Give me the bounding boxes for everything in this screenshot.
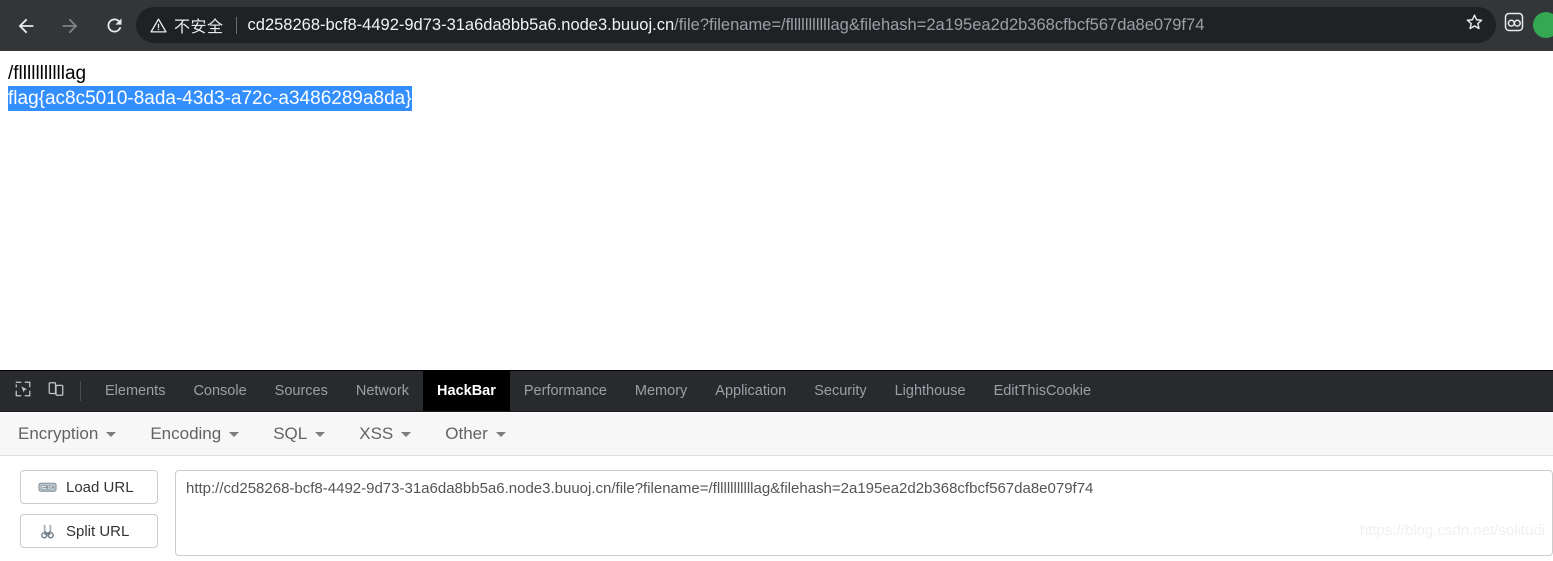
forward-arrow-icon — [59, 15, 81, 37]
hackbar-menu-label: Other — [445, 424, 488, 443]
hackbar-body: Load URL Split URL — [0, 456, 1553, 561]
hackbar-extension-button[interactable] — [1499, 9, 1529, 39]
devtools-tab-console[interactable]: Console — [179, 371, 260, 411]
devtools-tab-label: Memory — [634, 383, 688, 399]
devtools-tab-label: Network — [355, 383, 410, 399]
devtools-tab-label: Security — [814, 383, 867, 399]
hackbar-menu-sql[interactable]: SQL — [273, 424, 326, 444]
hackbar-url-wrap — [175, 470, 1553, 561]
devtools-tab-label: Elements — [105, 383, 166, 399]
devtools-tab-label: Application — [715, 383, 787, 399]
devtools-tab-label: EditThisCookie — [993, 383, 1092, 399]
devtools-toolbar-divider — [80, 381, 81, 401]
hackbar-menu-label: SQL — [273, 424, 308, 443]
device-toolbar-button[interactable] — [41, 376, 71, 406]
forward-button[interactable] — [52, 8, 88, 44]
hackbar-menu-xss[interactable]: XSS — [359, 424, 412, 444]
devtools-tab-editthiscookie[interactable]: EditThisCookie — [980, 371, 1106, 411]
chevron-down-icon — [229, 431, 240, 437]
devtools-tab-label: HackBar — [437, 383, 496, 399]
chevron-down-icon — [401, 431, 412, 437]
address-bar[interactable]: 不安全 cd258268-bcf8-4492-9d73-31a6da8bb5a6… — [136, 7, 1496, 43]
bookmark-button[interactable] — [1457, 8, 1491, 42]
hackbar-menu-label: XSS — [359, 424, 394, 443]
devtools-tab-label: Lighthouse — [894, 383, 966, 399]
devtools-tab-memory[interactable]: Memory — [621, 371, 701, 411]
chevron-down-icon — [106, 431, 117, 437]
devtools-tab-list: Elements Console Sources Network HackBar Perf… — [91, 371, 1105, 411]
chevron-down-icon — [315, 431, 326, 437]
device-toolbar-icon — [47, 380, 65, 403]
devtools-tabbar: Elements Console Sources Network HackBar Perf… — [0, 371, 1553, 412]
devtools-tool-icons — [0, 371, 91, 411]
url-path: /file?filename=/flllllllllllag&filehash=… — [674, 16, 1205, 34]
hackbar-menu-label: Encryption — [18, 424, 99, 443]
devtools-tab-sources[interactable]: Sources — [261, 371, 342, 411]
warning-triangle-icon — [150, 17, 167, 34]
page-flag-text: flag{ac8c5010-8ada-43d3-a72c-a3486289a8d… — [8, 86, 412, 111]
devtools-tab-label: Sources — [274, 383, 328, 399]
disk-drive-icon — [37, 478, 57, 496]
inspect-element-button[interactable] — [8, 376, 38, 406]
star-icon — [1463, 11, 1486, 39]
url-host: cd258268-bcf8-4492-9d73-31a6da8bb5a6.nod… — [247, 16, 675, 34]
split-url-button[interactable]: Split URL — [20, 514, 158, 548]
back-button[interactable] — [8, 8, 44, 44]
hackbar-menu-encryption[interactable]: Encryption — [18, 424, 117, 444]
load-url-button[interactable]: Load URL — [20, 470, 158, 504]
split-url-label: Split URL — [66, 522, 130, 540]
address-bar-url: cd258268-bcf8-4492-9d73-31a6da8bb5a6.nod… — [248, 15, 1490, 35]
hackbar-panel: Encryption Encoding SQL XSS Other Load URL — [0, 413, 1553, 556]
hackbar-menubar: Encryption Encoding SQL XSS Other — [0, 413, 1553, 456]
devtools-tab-security[interactable]: Security — [800, 371, 880, 411]
security-status-label: 不安全 — [174, 19, 224, 36]
hackbar-action-buttons: Load URL Split URL — [20, 470, 158, 561]
inspect-element-icon — [14, 380, 32, 403]
devtools-tab-hackbar[interactable]: HackBar — [423, 371, 510, 411]
hackbar-menu-encoding[interactable]: Encoding — [150, 424, 240, 444]
devtools-tab-label: Console — [193, 383, 247, 399]
hackbar-menu-label: Encoding — [150, 424, 222, 443]
hackbar-url-input[interactable] — [175, 470, 1553, 556]
page-content: /flllllllllllag flag{ac8c5010-8ada-43d3-… — [0, 51, 1553, 370]
load-url-label: Load URL — [66, 478, 134, 496]
omnibox-divider — [235, 16, 237, 34]
back-arrow-icon — [15, 15, 37, 37]
devtools-panel: Elements Console Sources Network HackBar Perf… — [0, 370, 1553, 556]
reload-icon — [104, 15, 125, 36]
scissors-icon — [37, 522, 57, 540]
profile-avatar-icon[interactable] — [1533, 12, 1553, 38]
devtools-tab-lighthouse[interactable]: Lighthouse — [881, 371, 980, 411]
browser-toolbar: 不安全 cd258268-bcf8-4492-9d73-31a6da8bb5a6… — [0, 0, 1553, 51]
devtools-tab-application[interactable]: Application — [701, 371, 800, 411]
devtools-tab-label: Performance — [523, 383, 607, 399]
devtools-tab-performance[interactable]: Performance — [510, 371, 621, 411]
hackbar-menu-other[interactable]: Other — [445, 424, 506, 444]
chevron-down-icon — [495, 431, 506, 437]
hackbar-extension-icon — [1501, 9, 1527, 40]
devtools-tab-network[interactable]: Network — [342, 371, 423, 411]
reload-button[interactable] — [96, 8, 132, 44]
page-filename-text: /flllllllllllag — [8, 63, 87, 84]
devtools-tab-elements[interactable]: Elements — [91, 371, 179, 411]
